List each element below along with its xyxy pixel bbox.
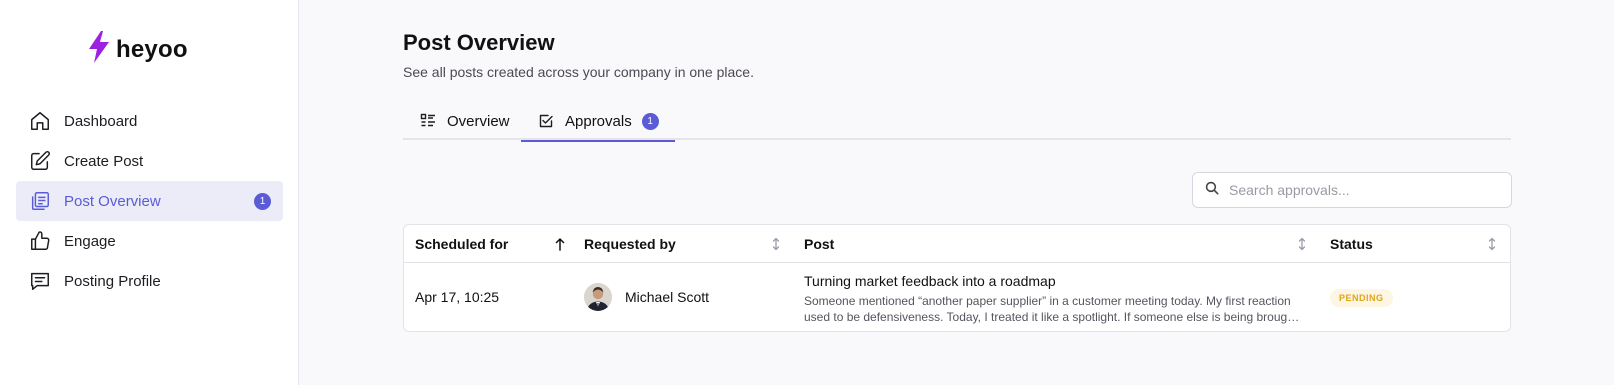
sort-unsorted-icon[interactable] (1485, 236, 1499, 252)
lightning-icon (86, 30, 112, 69)
sidebar-item-label: Create Post (64, 152, 144, 170)
post-snippet-line: Someone mentioned “another paper supplie… (804, 294, 1291, 308)
requested-by-cell: Michael Scott (584, 283, 709, 311)
column-header-scheduled-for[interactable]: Scheduled for (415, 225, 508, 263)
post-snippet-line: used to be defensiveness. Today, I treat… (804, 310, 1300, 324)
search-input[interactable] (1229, 182, 1499, 198)
search-icon (1205, 181, 1219, 200)
tab-approvals[interactable]: Approvals 1 (521, 102, 675, 142)
thumbs-up-icon (28, 229, 52, 253)
pencil-square-icon (28, 149, 52, 173)
column-header-requested-by[interactable]: Requested by (584, 225, 676, 263)
sidebar-item-dashboard[interactable]: Dashboard (16, 101, 283, 141)
documents-icon (28, 189, 52, 213)
sidebar-item-post-overview[interactable]: Post Overview 1 (16, 181, 283, 221)
post-snippet: Someone mentioned “another paper supplie… (804, 293, 1309, 325)
tab-bar: Overview Approvals 1 (403, 102, 1511, 142)
sidebar-item-label: Engage (64, 232, 116, 250)
avatar (584, 283, 612, 311)
status-badge: PENDING (1330, 289, 1393, 307)
sidebar-item-posting-profile[interactable]: Posting Profile (16, 261, 283, 301)
post-cell: Turning market feedback into a roadmap S… (804, 273, 1309, 325)
brand-name: heyoo (116, 35, 188, 63)
column-header-status[interactable]: Status (1330, 225, 1373, 263)
sort-unsorted-icon[interactable] (1295, 236, 1309, 252)
sort-unsorted-icon[interactable] (769, 236, 783, 252)
post-title: Turning market feedback into a roadmap (804, 273, 1056, 289)
list-icon (419, 112, 437, 130)
sidebar-item-label: Post Overview (64, 192, 161, 210)
sidebar-item-engage[interactable]: Engage (16, 221, 283, 261)
sidebar-item-label: Posting Profile (64, 272, 161, 290)
notification-badge: 1 (254, 193, 271, 210)
tab-overview[interactable]: Overview (419, 102, 510, 140)
sidebar: heyoo Dashboard Create Post Post Overvie… (0, 0, 299, 385)
sidebar-item-label: Dashboard (64, 112, 138, 130)
sort-ascending-icon[interactable] (553, 236, 567, 252)
scheduled-for-cell: Apr 17, 10:25 (415, 289, 500, 305)
notification-badge: 1 (641, 112, 659, 130)
status-cell: PENDING (1330, 288, 1393, 307)
checkbox-icon (537, 112, 555, 130)
home-icon (28, 109, 52, 133)
tab-label: Overview (447, 112, 510, 130)
search-box (1192, 172, 1512, 208)
sidebar-nav: Dashboard Create Post Post Overview 1 En… (16, 101, 283, 301)
brand-logo[interactable]: heyoo (86, 30, 188, 69)
sidebar-item-create-post[interactable]: Create Post (16, 141, 283, 181)
page-subtitle: See all posts created across your compan… (403, 64, 754, 80)
page-title: Post Overview (403, 30, 555, 55)
message-square-icon (28, 269, 52, 293)
tab-label: Approvals (565, 112, 632, 130)
column-header-post[interactable]: Post (804, 225, 834, 263)
approvals-table: Scheduled for Requested by Post Status A… (403, 224, 1511, 332)
table-header: Scheduled for Requested by Post Status (404, 225, 1510, 263)
requester-name: Michael Scott (625, 289, 710, 305)
table-row[interactable]: Apr 17, 10:25 Michael Scott Turning mark… (404, 263, 1510, 331)
